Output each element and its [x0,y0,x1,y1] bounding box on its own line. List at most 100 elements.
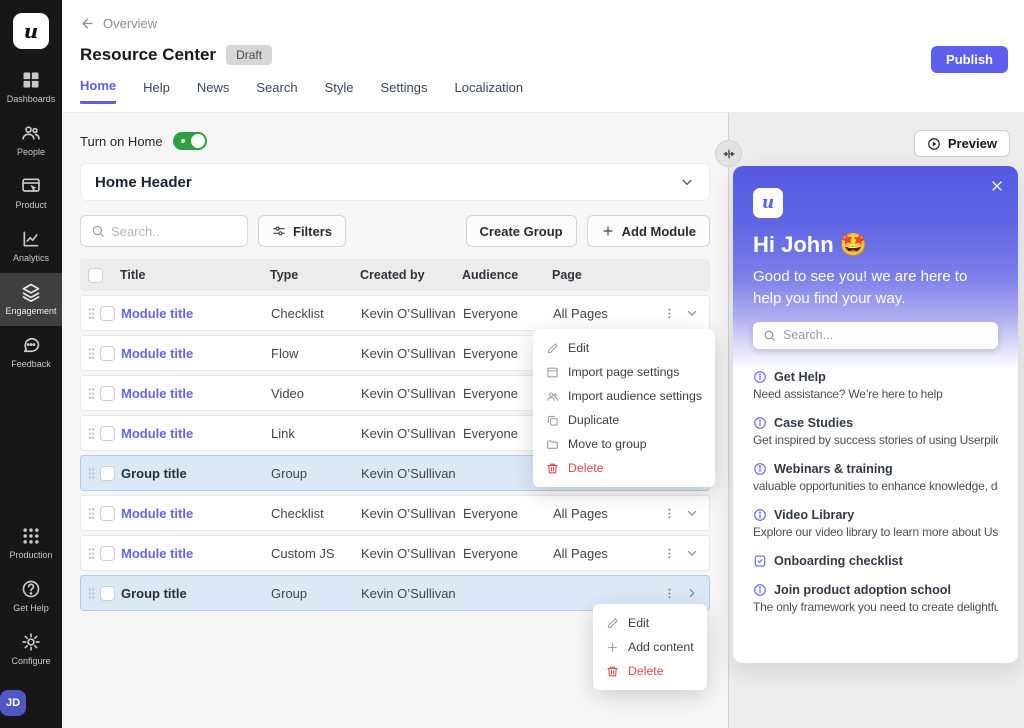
widget-list-item[interactable]: Join product adoption school The only fr… [753,583,998,614]
row-checkbox[interactable] [100,306,115,321]
widget-list-item[interactable]: Case Studies Get inspired by success sto… [753,416,998,447]
resource-center-tab[interactable]: Style [325,78,354,104]
sidebar-item[interactable]: Get Help [0,570,62,623]
row-menu-icon[interactable] [663,306,676,321]
context-menu-item[interactable]: Edit [533,336,715,360]
home-on-toggle[interactable] [173,132,207,150]
row-title-link[interactable]: Module title [121,506,271,521]
panel-resize-handle[interactable] [715,140,742,167]
section-selector[interactable]: Home Header [80,163,710,201]
table-row[interactable]: Module title Checklist Kevin O’Sullivan … [80,295,710,331]
table-row[interactable]: Module title Checklist Kevin O’Sullivan … [80,495,710,531]
sidebar-item-label: Get Help [13,603,49,613]
context-menu-item[interactable]: Delete [593,659,707,683]
select-all-checkbox[interactable] [88,268,103,283]
table-search[interactable] [80,215,248,247]
context-menu-item[interactable]: Import audience settings [533,384,715,408]
row-title-link[interactable]: Module title [121,346,271,361]
info-icon [753,583,767,597]
add-module-button[interactable]: Add Module [587,215,710,247]
sidebar-item[interactable]: People [0,114,62,167]
resource-center-tab[interactable]: News [197,78,230,104]
chevron-down-icon[interactable] [685,506,699,520]
sidebar-item[interactable]: Product [0,167,62,220]
table-header: Title Type Created by Audience Page [80,259,710,291]
context-menu-item[interactable]: Edit [593,611,707,635]
row-created-by: Kevin O’Sullivan [361,546,463,561]
create-group-button[interactable]: Create Group [466,215,577,247]
sidebar-item[interactable]: Analytics [0,220,62,273]
column-title: Title [120,268,270,282]
widget-search-input[interactable] [783,328,988,342]
sidebar-item-label: Dashboards [7,94,56,104]
row-checkbox[interactable] [100,586,115,601]
row-audience: Everyone [463,546,553,561]
chevron-down-icon[interactable] [685,546,699,560]
resource-center-tab[interactable]: Search [256,78,297,104]
context-menu-item[interactable]: Delete [533,456,715,480]
row-title-link[interactable]: Group title [121,466,271,481]
row-title-link[interactable]: Module title [121,386,271,401]
resource-center-tab[interactable]: Home [80,78,116,104]
row-menu-icon[interactable] [663,546,676,561]
preview-button[interactable]: Preview [914,130,1010,157]
row-checkbox[interactable] [100,506,115,521]
row-checkbox[interactable] [100,346,115,361]
resource-center-tab[interactable]: Settings [381,78,428,104]
publish-button[interactable]: Publish [931,46,1008,73]
widget-message: Good to see you! we are here to help you… [753,266,998,310]
context-menu-item[interactable]: Move to group [533,432,715,456]
drag-handle-icon[interactable] [86,585,97,602]
row-menu-icon[interactable] [663,506,676,521]
context-menu-item[interactable]: Import page settings [533,360,715,384]
close-icon[interactable] [989,178,1005,194]
drag-handle-icon[interactable] [86,465,97,482]
row-checkbox[interactable] [100,546,115,561]
chevron-right-icon[interactable] [685,586,699,600]
widget-search[interactable] [753,322,998,349]
widget-item-title: Case Studies [774,416,853,430]
row-checkbox[interactable] [100,466,115,481]
widget-list-item[interactable]: Get Help Need assistance? We’re here to … [753,370,998,401]
sidebar-item[interactable]: Engagement [0,273,62,326]
table-row[interactable]: Module title Custom JS Kevin O’Sullivan … [80,535,710,571]
drag-handle-icon[interactable] [86,305,97,322]
row-title-link[interactable]: Group title [121,586,271,601]
sidebar-item[interactable]: Dashboards [0,61,62,114]
row-menu-icon[interactable] [663,586,676,601]
drag-handle-icon[interactable] [86,425,97,442]
chevron-down-icon[interactable] [685,306,699,320]
filters-button[interactable]: Filters [258,215,346,247]
row-checkbox[interactable] [100,386,115,401]
user-avatar[interactable]: JD [0,690,26,716]
info-icon [753,370,767,384]
context-menu-item[interactable]: Add content [593,635,707,659]
sidebar-item[interactable]: Configure [0,623,62,676]
widget-list-item[interactable]: Video Library Explore our video library … [753,508,998,539]
row-page: All Pages [553,546,657,561]
drag-handle-icon[interactable] [86,385,97,402]
widget-list-item[interactable]: Webinars & training valuable opportuniti… [753,462,998,493]
sidebar-item-label: Feedback [11,359,51,369]
search-input[interactable] [111,224,237,239]
resource-center-tab[interactable]: Help [143,78,170,104]
row-type: Video [271,386,361,401]
row-title-link[interactable]: Module title [121,426,271,441]
back-arrow-icon[interactable] [80,16,95,31]
context-menu-item[interactable]: Duplicate [533,408,715,432]
drag-handle-icon[interactable] [86,505,97,522]
row-checkbox[interactable] [100,426,115,441]
widget-list-item[interactable]: Onboarding checklist [753,554,998,568]
sidebar-item[interactable]: Feedback [0,326,62,379]
drag-handle-icon[interactable] [86,345,97,362]
breadcrumb[interactable]: Overview [80,16,1024,31]
row-title-link[interactable]: Module title [121,306,271,321]
row-title-link[interactable]: Module title [121,546,271,561]
breadcrumb-label[interactable]: Overview [103,16,157,31]
sidebar-item-label: Product [15,200,46,210]
drag-handle-icon[interactable] [86,545,97,562]
resource-center-tab[interactable]: Localization [454,78,523,104]
page-title: Resource Center [80,45,216,65]
sidebar-item[interactable]: Production [0,517,62,570]
app-logo[interactable]: u [13,13,49,49]
